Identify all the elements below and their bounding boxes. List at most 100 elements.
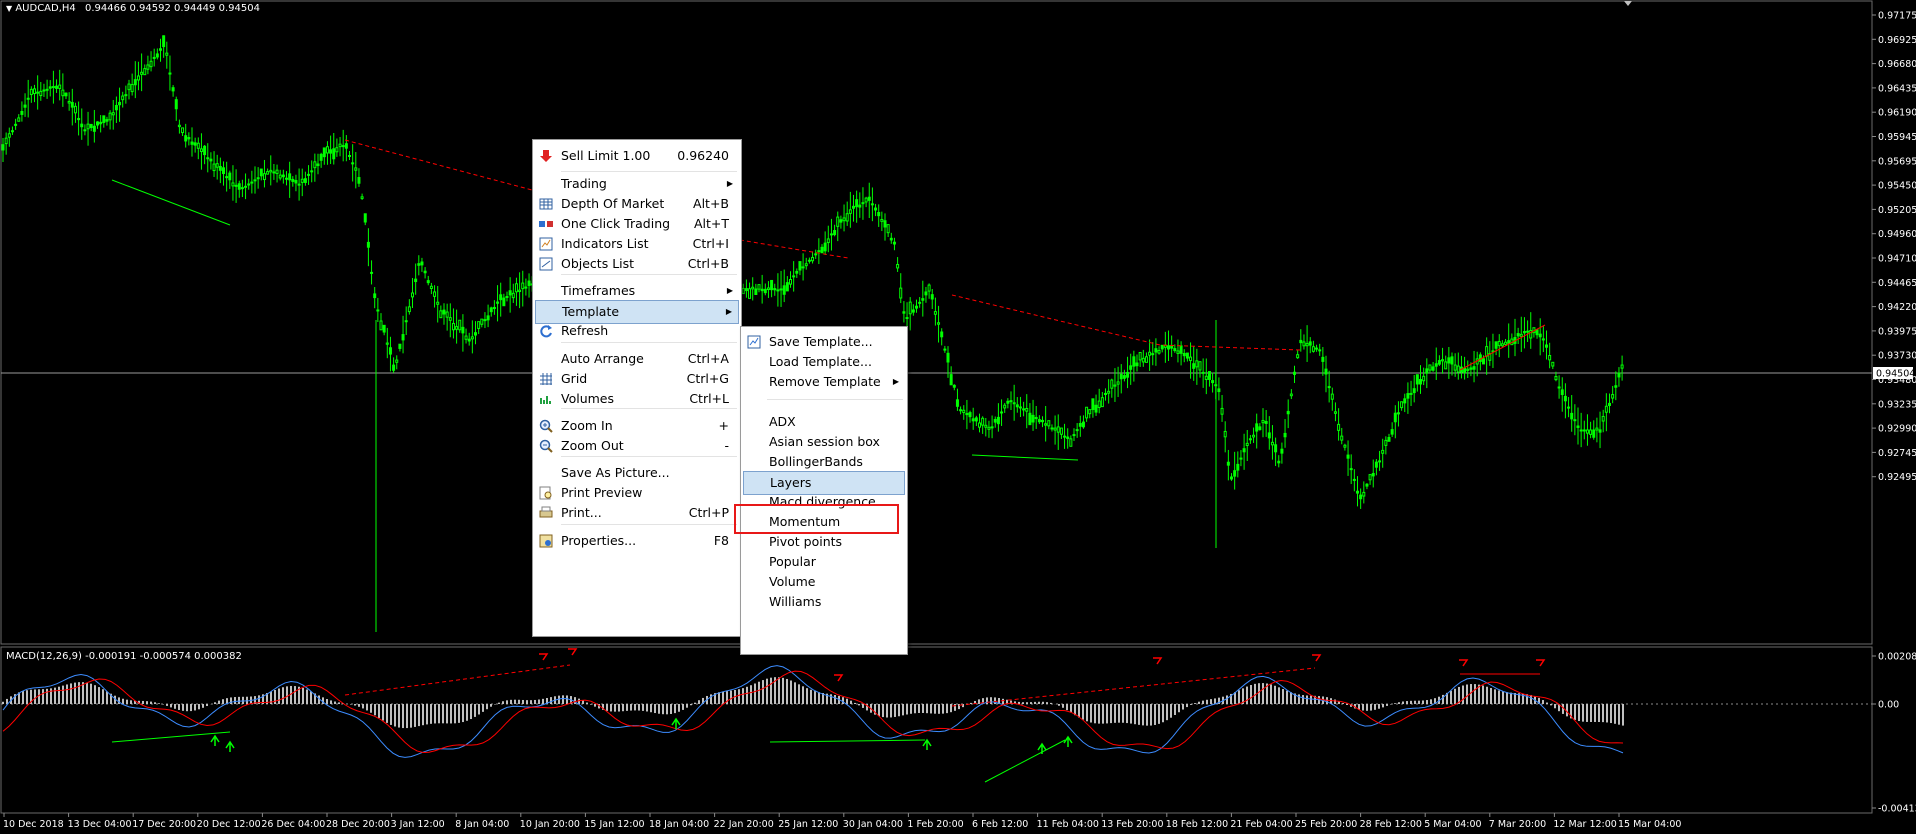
menu-item-refresh[interactable]: Refresh — [535, 320, 739, 342]
chart-header-collapse-icon[interactable]: ▼ — [6, 4, 12, 13]
candle-body — [253, 179, 257, 182]
submenu-arrow-icon: ▶ — [892, 377, 899, 386]
candle-body — [83, 129, 87, 132]
candle-body — [1176, 350, 1180, 354]
template-item-popular[interactable]: Popular — [743, 551, 905, 573]
template-item-label: ADX — [769, 414, 796, 429]
menu-item-save-as-picture[interactable]: Save As Picture... — [535, 462, 739, 484]
candle-body — [1611, 394, 1615, 399]
candle-body — [149, 60, 153, 68]
candle-body — [486, 315, 490, 321]
menu-item-one-click-trading[interactable]: One Click Trading Alt+T — [535, 213, 739, 235]
menu-item-trading[interactable]: Trading ▶ — [535, 173, 739, 195]
candle-body — [993, 419, 997, 423]
candle-body — [319, 153, 323, 161]
candle-body — [92, 125, 96, 132]
candle-body — [518, 289, 522, 293]
candle-body — [7, 133, 11, 138]
menu-item-shortcut: - — [724, 438, 729, 453]
template-item-load-template[interactable]: Load Template... — [743, 351, 905, 373]
template-item-bollingerbands[interactable]: BollingerBands — [743, 451, 905, 473]
menu-item-objects-list[interactable]: Objects List Ctrl+B — [535, 253, 739, 275]
template-item-volume[interactable]: Volume — [743, 571, 905, 593]
candle-body — [1608, 402, 1611, 406]
candle-body — [1264, 420, 1268, 424]
candle-body — [1362, 491, 1366, 497]
candle-body — [1296, 354, 1300, 359]
candle-body — [892, 241, 896, 245]
candle-body — [924, 291, 928, 296]
candle-body — [121, 95, 125, 101]
menu-item-label: Print... — [561, 505, 602, 520]
time-tick-label: 25 Feb 20:00 — [1295, 819, 1357, 830]
menu-item-properties[interactable]: Properties... F8 — [535, 530, 739, 552]
candle-body — [1189, 356, 1193, 362]
template-item-label: Williams — [769, 594, 822, 609]
template-item-adx[interactable]: ADX — [743, 411, 905, 433]
candle-body — [360, 196, 364, 199]
red-down-arrow-icon — [834, 674, 844, 682]
candle-body — [1406, 393, 1410, 399]
candle-body — [508, 290, 512, 296]
menu-item-grid[interactable]: Grid Ctrl+G — [535, 368, 739, 390]
candle-body — [1233, 470, 1237, 477]
time-tick-label: 1 Feb 20:00 — [907, 819, 963, 830]
candle-body — [915, 305, 918, 309]
template-item-save-template[interactable]: Save Template... — [743, 331, 905, 353]
candle-body — [1567, 406, 1571, 409]
menu-item-timeframes[interactable]: Timeframes ▶ — [535, 280, 739, 302]
candle-body — [316, 163, 320, 167]
template-item-remove-template[interactable]: Remove Template ▶ — [743, 371, 905, 393]
candle-body — [1012, 402, 1016, 405]
candle-body — [1374, 461, 1378, 468]
time-tick-label: 13 Dec 04:00 — [68, 819, 132, 830]
template-item-williams[interactable]: Williams — [743, 591, 905, 613]
menu-item-depth-of-market[interactable]: Depth Of Market Alt+B — [535, 193, 739, 215]
menu-item-zoom-in[interactable]: Zoom In + — [535, 415, 739, 437]
candle-body — [363, 213, 367, 223]
candle-body — [1286, 410, 1290, 415]
red-down-arrow-icon — [1459, 659, 1469, 667]
candle-body — [811, 256, 815, 262]
candle-body — [852, 205, 855, 209]
candle-body — [511, 292, 515, 299]
candle-body — [1519, 333, 1523, 337]
candle-body — [266, 171, 270, 175]
menu-item-indicators-list[interactable]: Indicators List Ctrl+I — [535, 233, 739, 255]
candle-body — [1003, 404, 1007, 409]
candle-body — [1034, 416, 1038, 420]
candle-body — [817, 250, 821, 253]
candle-body — [1217, 388, 1221, 393]
candle-body — [1324, 368, 1328, 375]
template-item-pivot-points[interactable]: Pivot points — [743, 531, 905, 553]
mt4-chart-window[interactable]: 0.97175 0.96925 0.96680 0.96435 0.96190 0.959… — [0, 0, 1916, 834]
menu-item-volumes[interactable]: Volumes Ctrl+L — [535, 388, 739, 410]
candle-body — [212, 163, 216, 172]
menu-item-auto-arrange[interactable]: Auto Arrange Ctrl+A — [535, 348, 739, 370]
candle-body — [442, 309, 446, 315]
menu-item-zoom-out[interactable]: Zoom Out - — [535, 435, 739, 457]
menu-item-sell-limit[interactable]: Sell Limit 1.00 0.96240 — [535, 145, 739, 167]
menu-item-shortcut: F8 — [713, 533, 729, 548]
price-chart[interactable]: 0.97175 0.96925 0.96680 0.96435 0.96190 0.959… — [0, 0, 1916, 834]
template-item-label: Remove Template — [769, 374, 881, 389]
template-item-label: Popular — [769, 554, 816, 569]
candle-body — [1538, 333, 1542, 338]
candle-body — [366, 241, 370, 248]
menu-item-print-preview[interactable]: Print Preview — [535, 482, 739, 504]
candle-body — [1248, 438, 1252, 441]
menu-item-shortcut: Alt+B — [693, 196, 729, 211]
candle-body — [1545, 344, 1548, 348]
candle-body — [73, 105, 77, 114]
price-tick-label: 0.93235 — [1878, 399, 1916, 410]
candle-body — [1148, 351, 1152, 356]
candle-body — [1015, 404, 1019, 408]
menu-item-print[interactable]: Print... Ctrl+P — [535, 502, 739, 524]
candle-body — [51, 86, 55, 89]
macd-bullish-divergence — [984, 739, 1066, 783]
candle-body — [880, 219, 884, 222]
candle-body — [388, 347, 392, 355]
candle-body — [39, 90, 43, 97]
template-item-asian-session-box[interactable]: Asian session box — [743, 431, 905, 453]
candle-body — [102, 115, 106, 123]
